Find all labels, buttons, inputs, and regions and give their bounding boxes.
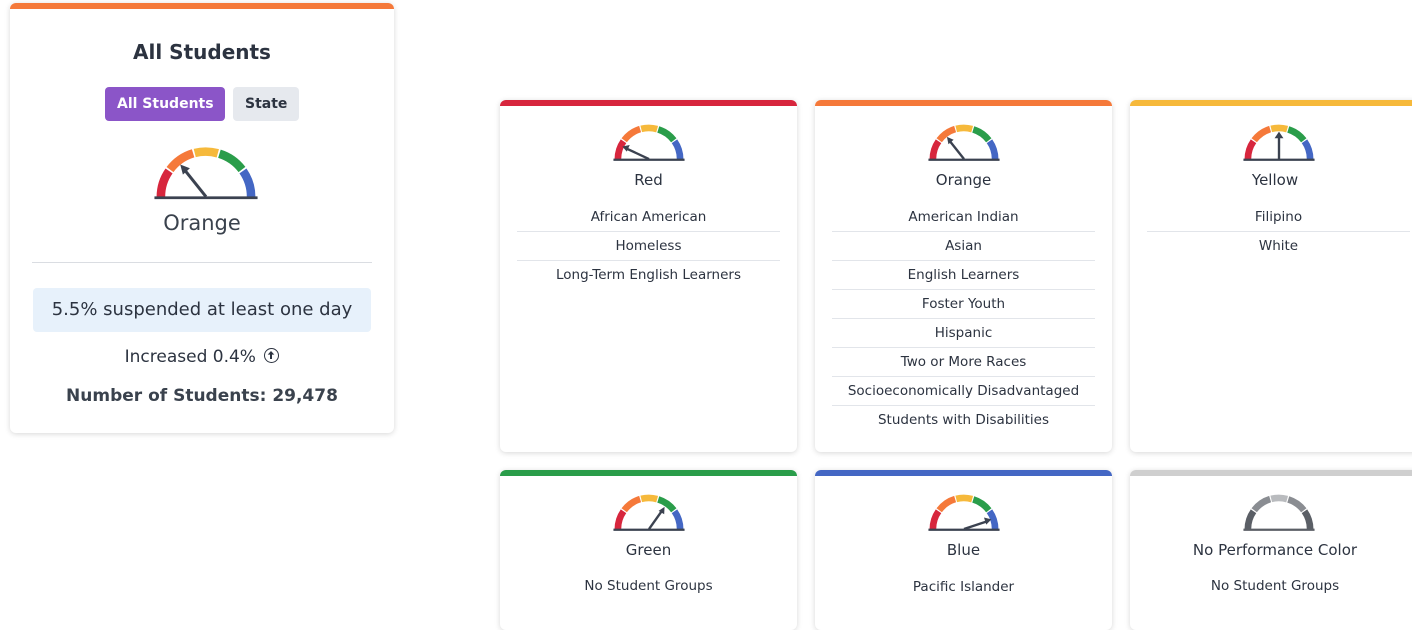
color-bar bbox=[500, 470, 797, 476]
summary-card: All Students All Students State Orange 5… bbox=[10, 3, 394, 433]
list-item: African American bbox=[517, 203, 780, 232]
comparison-toggle: All Students State bbox=[10, 87, 394, 121]
color-bar bbox=[1130, 100, 1412, 106]
list-item: Hispanic bbox=[832, 319, 1095, 348]
list-item: Homeless bbox=[517, 232, 780, 261]
change-text: Increased 0.4% bbox=[124, 347, 256, 367]
group-card-yellow: Yellow Filipino White bbox=[1130, 100, 1412, 452]
list-item: Asian bbox=[832, 232, 1095, 261]
empty-groups-text: No Student Groups bbox=[1210, 578, 1340, 594]
group-card-no-color: No Performance Color No Student Groups bbox=[1130, 470, 1412, 630]
orange-gauge-icon bbox=[152, 143, 260, 201]
list-item: Filipino bbox=[1147, 203, 1410, 232]
student-group-list: African American Homeless Long-Term Engl… bbox=[517, 203, 780, 290]
summary-title: All Students bbox=[133, 40, 271, 64]
yellow-gauge-icon bbox=[1240, 122, 1318, 162]
group-title: Yellow bbox=[1251, 171, 1299, 189]
group-title: Orange bbox=[935, 171, 992, 189]
group-card-green: Green No Student Groups bbox=[500, 470, 797, 630]
group-title: Blue bbox=[946, 541, 981, 559]
color-bar bbox=[815, 470, 1112, 476]
orange-gauge-icon bbox=[925, 122, 1003, 162]
group-card-blue: Blue Pacific Islander bbox=[815, 470, 1112, 630]
group-title: Red bbox=[634, 171, 663, 189]
student-group-list: American Indian Asian English Learners F… bbox=[832, 203, 1095, 435]
gray-gauge-icon bbox=[1240, 492, 1318, 532]
student-group-list: Filipino White bbox=[1147, 203, 1410, 261]
group-title: No Performance Color bbox=[1192, 541, 1358, 559]
color-bar bbox=[815, 100, 1112, 106]
color-bar bbox=[500, 100, 797, 106]
suspension-rate: 5.5% suspended at least one day bbox=[33, 288, 371, 332]
red-gauge-icon bbox=[610, 122, 688, 162]
summary-color-label: Orange bbox=[163, 211, 241, 235]
list-item: English Learners bbox=[832, 261, 1095, 290]
list-item: Long-Term English Learners bbox=[556, 267, 741, 283]
list-item: Foster Youth bbox=[832, 290, 1095, 319]
student-count: Number of Students: 29,478 bbox=[66, 386, 338, 406]
group-card-red: Red African American Homeless Long-Term … bbox=[500, 100, 797, 452]
summary-color-bar bbox=[10, 3, 394, 9]
list-item: Students with Disabilities bbox=[877, 412, 1050, 428]
student-group-list: Pacific Islander bbox=[832, 573, 1095, 602]
state-button[interactable]: State bbox=[233, 87, 299, 121]
blue-gauge-icon bbox=[925, 492, 1003, 532]
list-item: Pacific Islander bbox=[912, 579, 1015, 595]
list-item: White bbox=[1258, 238, 1299, 254]
circle-arrow-up-icon bbox=[264, 348, 280, 363]
empty-groups-text: No Student Groups bbox=[584, 578, 713, 594]
list-item: Socioeconomically Disadvantaged bbox=[832, 377, 1095, 406]
change-line: Increased 0.4% bbox=[10, 347, 394, 367]
all-students-button[interactable]: All Students bbox=[105, 87, 225, 121]
divider bbox=[32, 262, 372, 263]
color-bar bbox=[1130, 470, 1412, 476]
group-title: Green bbox=[625, 541, 672, 559]
list-item: Two or More Races bbox=[832, 348, 1095, 377]
list-item: American Indian bbox=[832, 203, 1095, 232]
group-card-orange: Orange American Indian Asian English Lea… bbox=[815, 100, 1112, 452]
green-gauge-icon bbox=[610, 492, 688, 532]
